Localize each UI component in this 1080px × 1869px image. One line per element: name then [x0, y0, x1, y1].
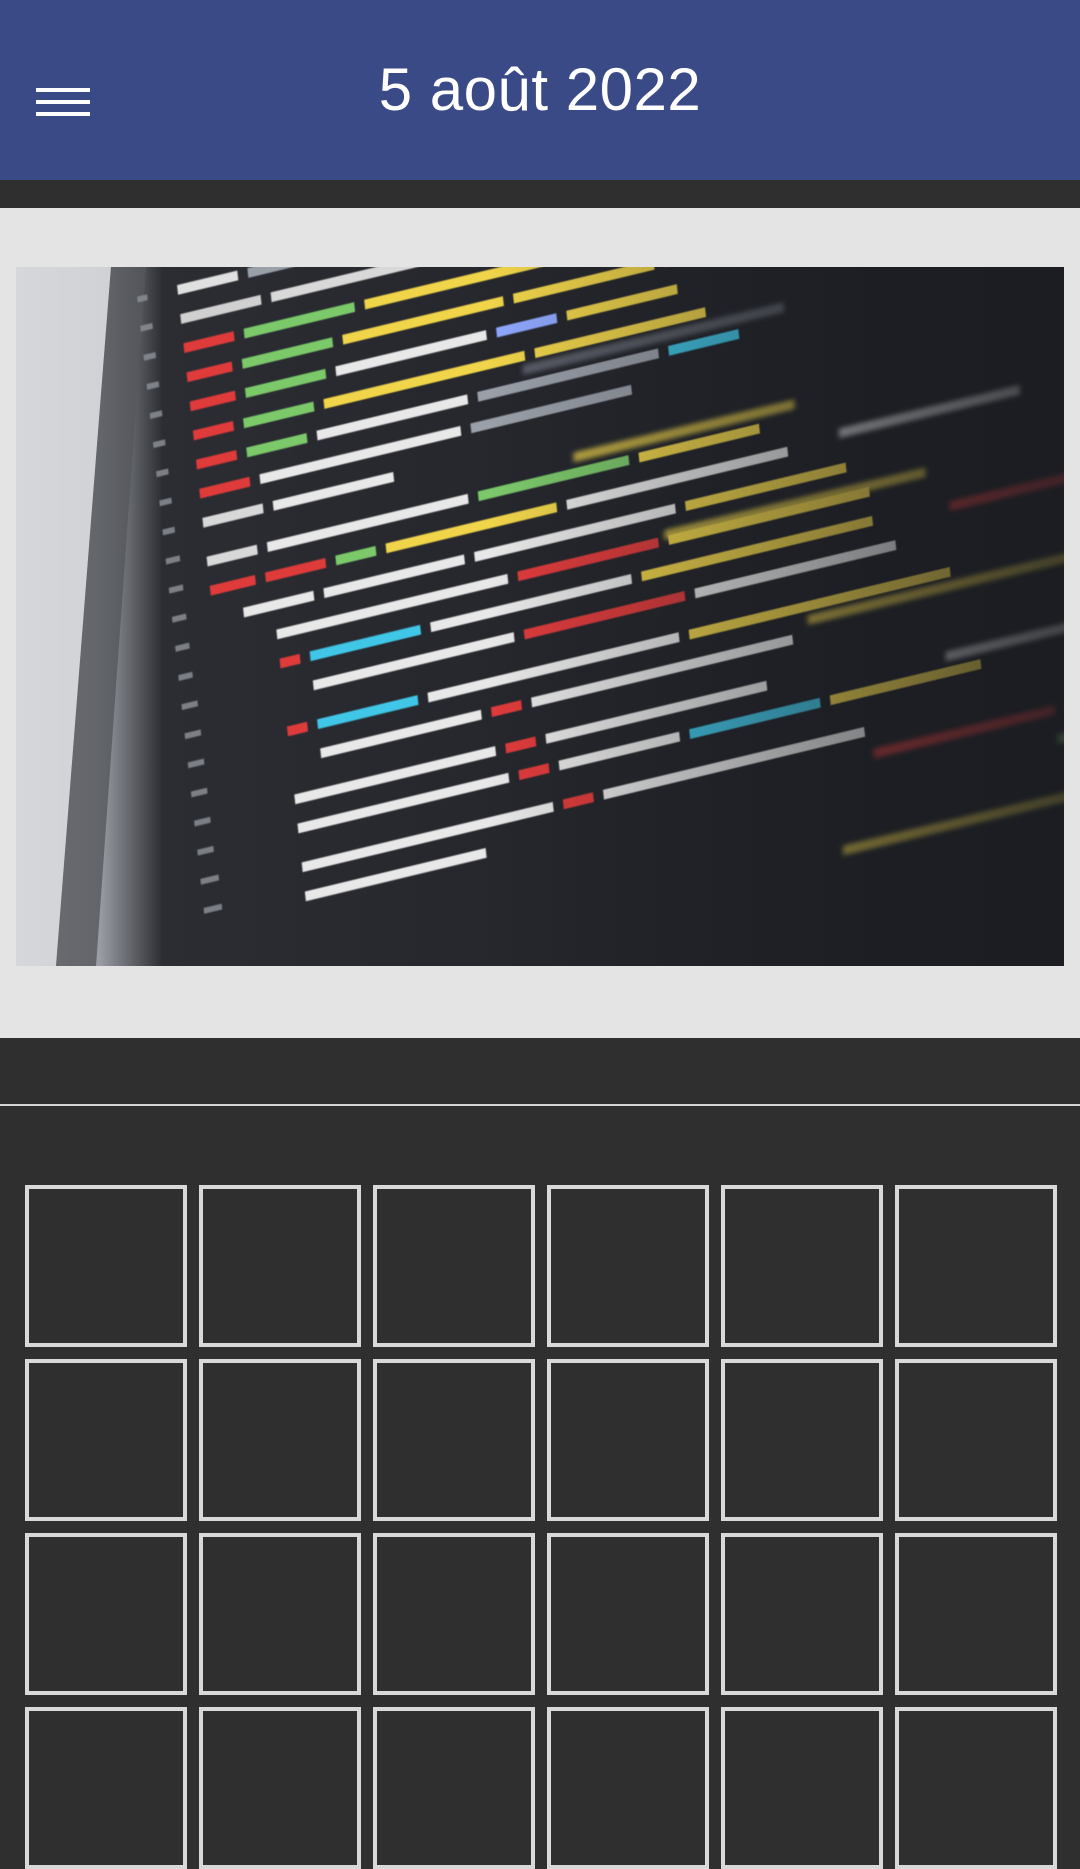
grid-tile[interactable]	[721, 1533, 883, 1695]
header-shadow-strip	[0, 180, 1080, 208]
grid-tile[interactable]	[199, 1707, 361, 1869]
grid-tile[interactable]	[895, 1533, 1057, 1695]
grid-tile[interactable]	[547, 1533, 709, 1695]
grid-tile[interactable]	[721, 1359, 883, 1521]
featured-image[interactable]	[16, 267, 1064, 966]
grid-tile[interactable]	[373, 1185, 535, 1347]
grid-tile[interactable]	[199, 1359, 361, 1521]
grid-tile[interactable]	[895, 1185, 1057, 1347]
grid-tile[interactable]	[547, 1185, 709, 1347]
tile-grid	[25, 1185, 1055, 1869]
grid-tile[interactable]	[721, 1185, 883, 1347]
grid-tile[interactable]	[25, 1533, 187, 1695]
grid-tile[interactable]	[199, 1533, 361, 1695]
app-bar: 5 août 2022	[0, 0, 1080, 180]
grid-tile[interactable]	[895, 1707, 1057, 1869]
code-screen-illustration	[16, 267, 1064, 966]
page-title: 5 août 2022	[0, 50, 1080, 130]
section-divider	[0, 1104, 1080, 1106]
grid-tile[interactable]	[547, 1707, 709, 1869]
featured-panel	[0, 208, 1080, 1038]
grid-tile[interactable]	[373, 1707, 535, 1869]
grid-tile[interactable]	[895, 1359, 1057, 1521]
grid-tile[interactable]	[373, 1533, 535, 1695]
grid-tile[interactable]	[25, 1185, 187, 1347]
grid-tile[interactable]	[373, 1359, 535, 1521]
grid-tile[interactable]	[25, 1707, 187, 1869]
grid-tile[interactable]	[721, 1707, 883, 1869]
grid-tile[interactable]	[547, 1359, 709, 1521]
grid-tile[interactable]	[199, 1185, 361, 1347]
grid-tile[interactable]	[25, 1359, 187, 1521]
